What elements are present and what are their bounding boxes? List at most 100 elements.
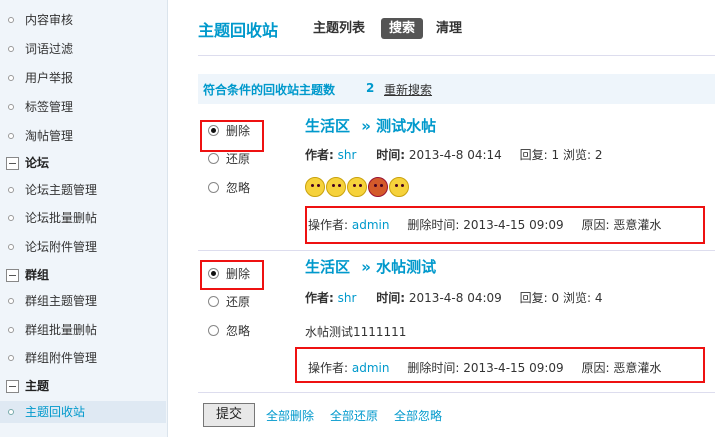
- sidebar-item-label: 群组附件管理: [25, 351, 98, 365]
- collapse-icon[interactable]: [6, 380, 19, 393]
- author-link[interactable]: shr: [338, 291, 357, 305]
- delete-time-label: 删除时间:: [407, 361, 460, 375]
- time-label: 时间:: [376, 148, 406, 162]
- delete-all-link[interactable]: 全部删除: [266, 407, 314, 424]
- operator-label: 操作者:: [308, 218, 349, 232]
- sidebar-item-user-report[interactable]: 用户举报: [0, 67, 166, 89]
- collapse-icon[interactable]: [6, 157, 19, 170]
- reason-label: 原因:: [581, 361, 610, 375]
- reply-count: 1: [551, 148, 560, 162]
- delete-reason: 恶意灌水: [613, 361, 662, 375]
- sidebar-item-collection-management[interactable]: 淘帖管理: [0, 125, 166, 147]
- sidebar-item-label: 主题回收站: [25, 405, 86, 419]
- radio-icon[interactable]: [208, 153, 219, 164]
- sidebar: 内容审核 词语过滤 用户举报 标签管理 淘帖管理 论坛 论坛主题管理 论坛批量删…: [0, 0, 168, 437]
- option-label: 删除: [226, 124, 251, 138]
- radio-checked-icon[interactable]: [208, 268, 219, 279]
- footer-divider: [198, 392, 715, 393]
- sidebar-group-groups[interactable]: 群组: [0, 264, 166, 286]
- tab-cleanup[interactable]: 清理: [436, 18, 462, 39]
- restore-all-link[interactable]: 全部还原: [330, 407, 378, 424]
- bullet-icon: [8, 327, 14, 333]
- bullet-icon: [8, 17, 14, 23]
- tab-thread-list[interactable]: 主题列表: [313, 18, 365, 39]
- forum-link[interactable]: 生活区: [305, 258, 350, 276]
- bullet-icon: [8, 244, 14, 250]
- collapse-icon[interactable]: [6, 269, 19, 282]
- operation-log: 操作者: admin 删除时间: 2013-4-15 09:09 原因: 恶意灌…: [308, 359, 661, 376]
- sidebar-item-label: 用户举报: [25, 71, 74, 85]
- sidebar-item-label: 群组主题管理: [25, 294, 98, 308]
- radio-icon[interactable]: [208, 325, 219, 336]
- post-time: 2013-4-8 04:14: [408, 148, 502, 162]
- sidebar-group-label: 群组: [25, 268, 50, 282]
- bullet-icon: [8, 75, 14, 81]
- sidebar-item-group-thread-management[interactable]: 群组主题管理: [0, 290, 166, 312]
- author-label: 作者:: [305, 291, 334, 305]
- delete-time: 2013-4-15 09:09: [463, 361, 564, 375]
- smile-emoji-icon: [389, 177, 409, 197]
- forum-link[interactable]: 生活区: [305, 117, 350, 135]
- thread-link[interactable]: » 测试水帖: [361, 117, 436, 135]
- views-label: 浏览:: [562, 291, 591, 305]
- option-label: 删除: [226, 267, 251, 281]
- radio-checked-icon[interactable]: [208, 125, 219, 136]
- sidebar-item-label: 论坛主题管理: [25, 183, 98, 197]
- sad-emoji-icon: [326, 177, 346, 197]
- post-content: 水帖测试1111111: [305, 325, 407, 339]
- page-title: 主题回收站: [198, 21, 279, 40]
- reason-label: 原因:: [581, 218, 610, 232]
- post-meta: 作者: shr 时间: 2013-4-8 04:14 回复: 1 浏览: 2: [305, 146, 602, 163]
- post-title: 生活区 » 测试水帖: [305, 115, 436, 136]
- sidebar-group-forum[interactable]: 论坛: [0, 152, 166, 174]
- bullet-icon: [8, 355, 14, 361]
- post-content: [305, 177, 410, 197]
- sidebar-item-label: 词语过滤: [25, 42, 74, 56]
- sidebar-item-label: 内容审核: [25, 13, 74, 27]
- sidebar-item-content-review[interactable]: 内容审核: [0, 9, 166, 31]
- sidebar-item-group-attachments[interactable]: 群组附件管理: [0, 347, 166, 369]
- bullet-icon: [8, 46, 14, 52]
- sidebar-item-label: 论坛附件管理: [25, 240, 98, 254]
- sidebar-item-group-batch-delete[interactable]: 群组批量删帖: [0, 319, 166, 341]
- reply-count: 0: [551, 291, 560, 305]
- views-label: 浏览:: [562, 148, 591, 162]
- sidebar-item-tag-management[interactable]: 标签管理: [0, 96, 166, 118]
- radio-icon[interactable]: [208, 296, 219, 307]
- operator-link[interactable]: admin: [352, 361, 390, 375]
- post-time: 2013-4-8 04:09: [408, 291, 502, 305]
- sidebar-item-forum-batch-delete[interactable]: 论坛批量删帖: [0, 207, 166, 229]
- operator-link[interactable]: admin: [352, 218, 390, 232]
- sidebar-item-word-filter[interactable]: 词语过滤: [0, 38, 166, 60]
- post-title: 生活区 » 水帖测试: [305, 256, 436, 277]
- option-label: 还原: [226, 295, 251, 309]
- search-summary: 符合条件的回收站主题数 2 重新搜索: [198, 74, 715, 104]
- reply-label: 回复:: [519, 291, 548, 305]
- radio-icon[interactable]: [208, 182, 219, 193]
- sidebar-item-label: 论坛批量删帖: [25, 211, 98, 225]
- bullet-icon: [8, 409, 14, 415]
- post-divider: [198, 250, 715, 251]
- sidebar-group-threads[interactable]: 主题: [0, 375, 166, 397]
- sidebar-item-forum-attachments[interactable]: 论坛附件管理: [0, 236, 166, 258]
- views-count: 2: [594, 148, 603, 162]
- tab-search[interactable]: 搜索: [381, 18, 424, 39]
- grin-emoji-icon: [347, 177, 367, 197]
- author-link[interactable]: shr: [338, 148, 357, 162]
- sidebar-item-forum-thread-management[interactable]: 论坛主题管理: [0, 179, 166, 201]
- bullet-icon: [8, 104, 14, 110]
- operation-log: 操作者: admin 删除时间: 2013-4-15 09:09 原因: 恶意灌…: [308, 216, 661, 233]
- sidebar-item-thread-recycle-bin[interactable]: 主题回收站: [0, 401, 166, 423]
- delete-time-label: 删除时间:: [407, 218, 460, 232]
- smile-emoji-icon: [305, 177, 325, 197]
- bullet-icon: [8, 187, 14, 193]
- research-link[interactable]: 重新搜索: [384, 81, 432, 98]
- post-meta: 作者: shr 时间: 2013-4-8 04:09 回复: 0 浏览: 4: [305, 289, 602, 306]
- thread-link[interactable]: » 水帖测试: [361, 258, 436, 276]
- sidebar-group-label: 论坛: [25, 156, 50, 170]
- result-count: 2: [366, 81, 375, 95]
- delete-time: 2013-4-15 09:09: [463, 218, 564, 232]
- ignore-all-link[interactable]: 全部忽略: [394, 407, 442, 424]
- bullet-icon: [8, 133, 14, 139]
- submit-button[interactable]: 提交: [203, 403, 255, 427]
